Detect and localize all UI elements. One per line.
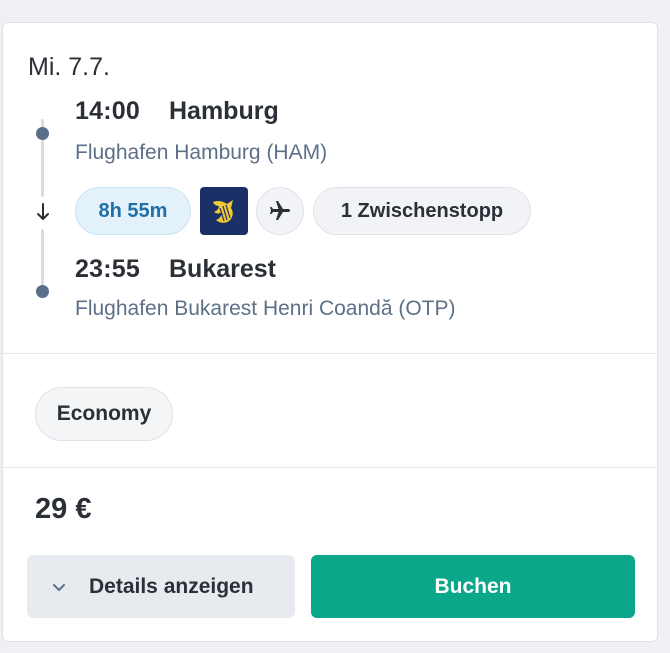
arrow-down-icon — [37, 203, 49, 220]
timeline-departure-dot — [36, 127, 49, 140]
flight-result-card: Mi. 7.7. 14:00 Hamburg Flughafen Hamburg… — [2, 22, 658, 642]
chevron-down-icon — [49, 577, 69, 597]
timeline-arrival-dot — [36, 285, 49, 298]
arrival-time: 23:55 — [75, 255, 140, 283]
stops-badge: 1 Zwischenstopp — [313, 187, 531, 235]
departure-city: Hamburg — [169, 97, 279, 125]
timeline-line-bottom — [41, 229, 44, 289]
airplane-icon — [256, 187, 304, 235]
book-button[interactable]: Buchen — [311, 555, 635, 618]
flight-date: Mi. 7.7. — [28, 53, 110, 81]
arrival-airport: Flughafen Bukarest Henri Coandă (OTP) — [75, 297, 456, 320]
fare-class-badge: Economy — [35, 387, 173, 441]
price-label: 29 € — [35, 493, 92, 525]
details-button[interactable]: Details anzeigen — [27, 555, 295, 618]
flight-duration-badge: 8h 55m — [75, 187, 191, 235]
departure-time: 14:00 — [75, 97, 140, 125]
departure-airport: Flughafen Hamburg (HAM) — [75, 141, 328, 164]
section-divider — [3, 353, 657, 354]
details-button-label: Details anzeigen — [89, 574, 254, 598]
ryanair-logo-icon — [200, 187, 248, 235]
arrival-city: Bukarest — [169, 255, 276, 283]
section-divider — [3, 467, 657, 468]
